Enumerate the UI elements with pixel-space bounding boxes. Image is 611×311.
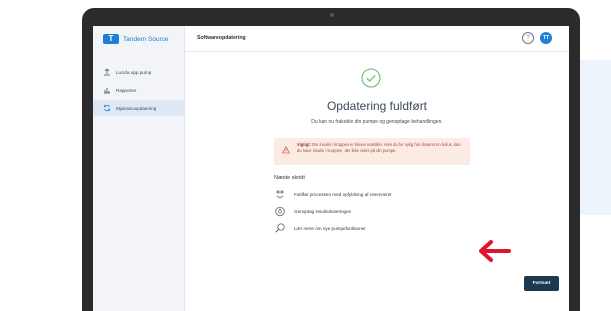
sidebar: T Tandem Source Lucida upp pump Rapporte… bbox=[93, 26, 185, 311]
check-circle-icon bbox=[361, 68, 381, 88]
step-learn-features: Lær mere om nye pumpefunktioner bbox=[274, 222, 366, 234]
success-subtitle: Du kan nu frakoble din pumpe og genoptag… bbox=[311, 119, 443, 125]
warning-banner: Vigtigt: Din insulin i kroppen er blevet… bbox=[274, 138, 470, 165]
top-bar: Softwareopdatering ? TT bbox=[185, 26, 569, 52]
help-icon[interactable]: ? bbox=[522, 32, 534, 44]
sidebar-item-label: Lucida upp pump bbox=[116, 69, 152, 75]
refresh-icon bbox=[103, 104, 111, 112]
sidebar-item-reports[interactable]: Rapporter bbox=[93, 82, 184, 98]
warning-label: Vigtigt: bbox=[297, 142, 312, 147]
next-steps-heading: Næste skridt bbox=[274, 175, 305, 181]
brand-logo[interactable]: T Tandem Source bbox=[103, 34, 169, 44]
arrow-left-icon bbox=[479, 240, 511, 262]
camera-dot bbox=[330, 13, 334, 17]
sidebar-item-label: Rapporter bbox=[116, 87, 137, 93]
app-window: T Tandem Source Lucida upp pump Rapporte… bbox=[93, 26, 569, 311]
bar-chart-icon bbox=[103, 86, 111, 94]
step-label: Fuldfør processen med opfyldning af rese… bbox=[294, 191, 392, 197]
droplet-icon bbox=[274, 205, 286, 217]
warning-message: Din insulin i kroppen er blevet nulstill… bbox=[297, 142, 461, 153]
fill-icon bbox=[274, 188, 286, 200]
page-title: Softwareopdatering bbox=[197, 35, 246, 41]
step-resume-insulin: Genoptag insulindoseringen bbox=[274, 205, 351, 217]
avatar[interactable]: TT bbox=[540, 32, 552, 44]
warning-text: Vigtigt: Din insulin i kroppen er blevet… bbox=[297, 142, 462, 154]
logo-text: Tandem Source bbox=[123, 35, 169, 43]
step-fill-reservoir: Fuldfør processen med opfyldning af rese… bbox=[274, 188, 392, 200]
sidebar-item-software-update[interactable]: Mjukvaruopdatering bbox=[93, 100, 184, 116]
success-title: Opdatering fuldført bbox=[326, 99, 428, 113]
magnifier-icon bbox=[274, 222, 286, 234]
sidebar-item-upload[interactable]: Lucida upp pump bbox=[93, 64, 184, 80]
sidebar-item-label: Mjukvaruopdatering bbox=[116, 105, 157, 111]
main-content: Opdatering fuldført Du kan nu frakoble d… bbox=[185, 52, 569, 311]
warning-triangle-icon bbox=[282, 146, 290, 154]
continue-button[interactable]: Fortsæt bbox=[524, 276, 559, 291]
upload-icon bbox=[103, 68, 111, 76]
step-label: Genoptag insulindoseringen bbox=[294, 208, 352, 214]
logo-mark: T bbox=[103, 34, 119, 44]
step-label: Lær mere om nye pumpefunktioner bbox=[294, 225, 366, 231]
